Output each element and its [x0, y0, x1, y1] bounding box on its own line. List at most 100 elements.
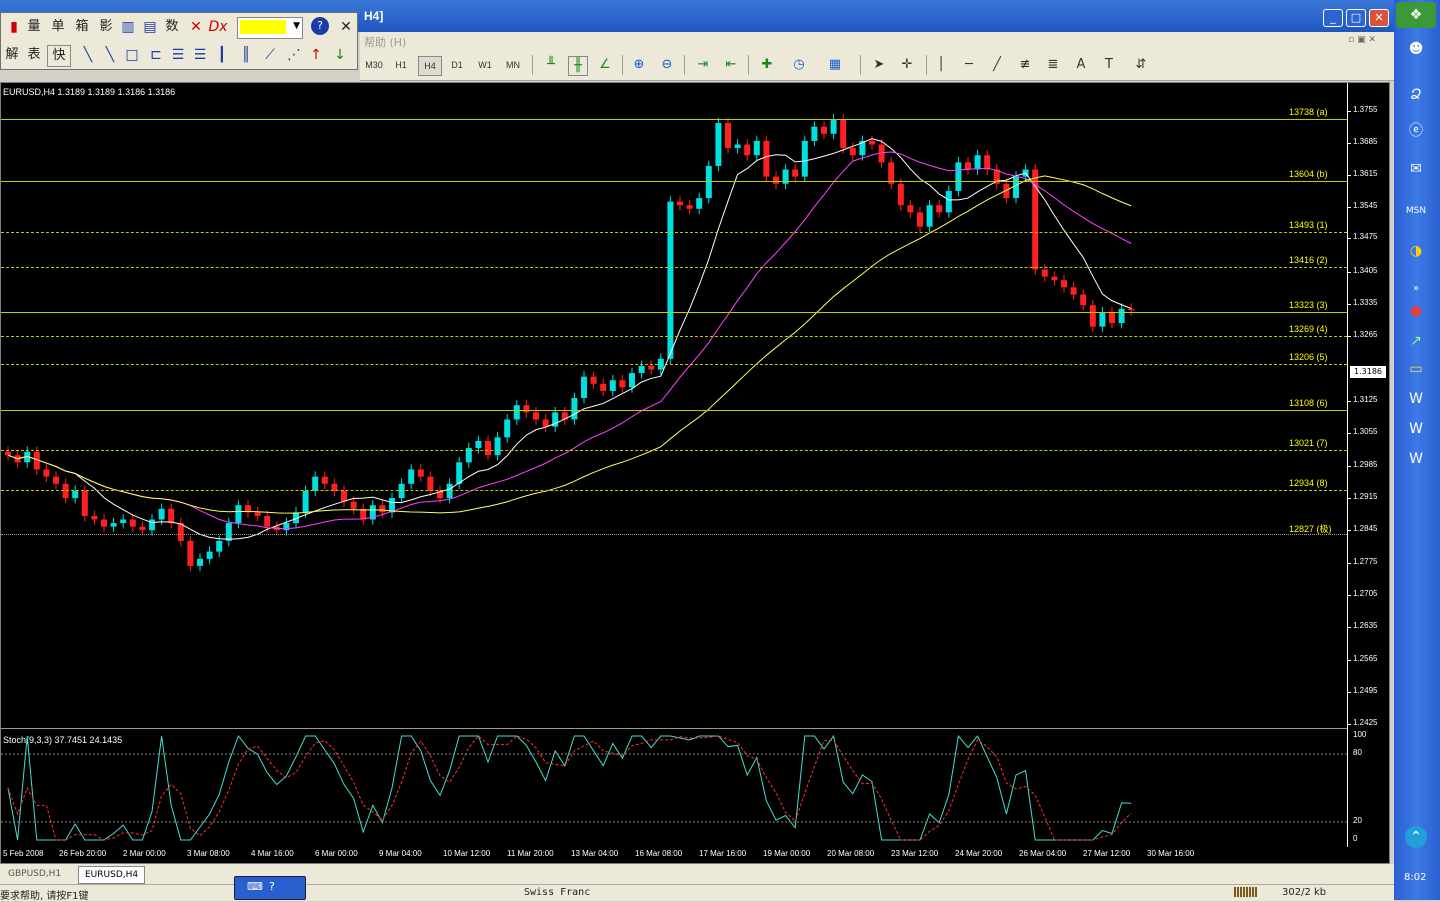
toolbar-btn-6[interactable]: 解: [1, 45, 23, 65]
line-chart-icon[interactable]: ∠: [596, 56, 614, 74]
level-label: 13323 (3): [1289, 300, 1328, 310]
crosshair-icon[interactable]: ✛: [898, 56, 916, 74]
trendline-icon[interactable]: ╱: [988, 56, 1006, 74]
minimize-button[interactable]: _: [1323, 9, 1343, 27]
cross-icon[interactable]: ✕: [185, 17, 207, 37]
text-icon[interactable]: A: [1072, 56, 1090, 74]
maximize-button[interactable]: □: [1346, 9, 1366, 27]
internet-explorer-icon[interactable]: ⓔ: [1403, 120, 1429, 142]
candle-body: [379, 505, 386, 513]
tf-h1[interactable]: H1: [390, 56, 412, 74]
tf-mn[interactable]: MN: [502, 56, 524, 74]
time-tick-label: 6 Mar 00:00: [315, 849, 358, 858]
zoom-in-icon[interactable]: ⊕: [630, 56, 648, 74]
color-picker[interactable]: ▼: [237, 17, 303, 39]
toolbar-btn-1[interactable]: 量: [23, 17, 45, 37]
folder-icon[interactable]: ▭: [1403, 358, 1429, 380]
levels-icon[interactable]: ☰: [167, 45, 189, 65]
horizontal-line-icon[interactable]: ─: [960, 56, 978, 74]
dx-icon[interactable]: Dx: [207, 17, 229, 37]
app-red-icon[interactable]: ●: [1403, 300, 1429, 322]
price-tick-label: 1.2845: [1353, 524, 1378, 533]
word-doc-2-icon[interactable]: W: [1403, 418, 1429, 440]
close-toolbar-icon[interactable]: ✕: [335, 17, 357, 37]
bar-chart-icon[interactable]: ╨: [542, 56, 560, 74]
diagonal-line-icon[interactable]: ╲: [77, 45, 99, 65]
tf-h4[interactable]: H4: [418, 56, 442, 76]
candle-body: [341, 490, 347, 502]
toolbar-btn-4[interactable]: 影: [95, 17, 117, 37]
help-icon[interactable]: ?: [311, 17, 329, 35]
language-bar[interactable]: ⌨ ?: [234, 876, 306, 900]
toolbar-btn-5[interactable]: 数: [161, 17, 183, 37]
fibonacci-icon[interactable]: ≣: [1044, 56, 1062, 74]
candle-body: [350, 501, 357, 509]
chart-window[interactable]: EURUSD,H4 1.3189 1.3189 1.3186 1.3186 St…: [0, 82, 1390, 864]
start-icon[interactable]: ❖: [1396, 2, 1436, 28]
candle-body: [43, 469, 50, 477]
chart-app-icon[interactable]: ↗: [1403, 330, 1429, 352]
candle-body: [629, 373, 635, 388]
histogram-icon[interactable]: ▥: [117, 17, 139, 37]
candle-body: [1080, 294, 1087, 306]
indicators-icon[interactable]: ✚: [758, 56, 776, 74]
rectangle-icon[interactable]: □: [121, 45, 143, 65]
close-window-button[interactable]: ✕: [1369, 9, 1389, 27]
tab-eurusd[interactable]: EURUSD,H4: [78, 866, 146, 884]
toolbar-btn-7[interactable]: 表: [23, 45, 45, 65]
chart-shift-icon[interactable]: ⇤: [722, 56, 740, 74]
price-tick-mark: [1347, 530, 1351, 531]
zoom-out-icon[interactable]: ⊖: [658, 56, 676, 74]
toolbar-btn-8[interactable]: 快: [47, 45, 71, 67]
candle-body: [965, 162, 971, 170]
word-doc-3-icon[interactable]: W: [1403, 448, 1429, 470]
mdi-restore-icon[interactable]: ▫ ▣ ✕: [1348, 35, 1376, 45]
bars-icon[interactable]: ▤: [139, 17, 161, 37]
toolbar-btn-2[interactable]: 单: [47, 17, 69, 37]
tray-arrow-icon[interactable]: ⌃: [1405, 826, 1427, 848]
candle-body: [494, 437, 501, 456]
periods-clock-icon[interactable]: ◷: [790, 56, 808, 74]
taskbar: ❖ ☻ Ձ ⓔ ✉ MSN ◑ » ● ↗ ▭ W W W ⌃ 8:02: [1394, 0, 1440, 900]
tf-d1[interactable]: D1: [446, 56, 468, 74]
arrows-icon[interactable]: ⇵: [1132, 56, 1150, 74]
vertical-bars-icon[interactable]: ┃: [211, 45, 233, 65]
candle-body: [677, 201, 683, 206]
auto-scroll-icon[interactable]: ⇥: [694, 56, 712, 74]
arrow-up-icon[interactable]: ↑: [305, 45, 327, 65]
candle-body: [168, 508, 175, 524]
expand-icon[interactable]: »: [1403, 278, 1429, 300]
arrow-down-icon[interactable]: ↓: [329, 45, 351, 65]
candles-icon[interactable]: ▮: [3, 17, 25, 37]
tf-w1[interactable]: W1: [474, 56, 496, 74]
vertical-line-icon[interactable]: │: [932, 56, 950, 74]
price-tick-label: 1.3755: [1353, 105, 1378, 114]
word-doc-icon[interactable]: W: [1403, 388, 1429, 410]
keyboard-icon[interactable]: ⌨: [247, 880, 263, 893]
messenger-icon[interactable]: ☻: [1403, 38, 1429, 60]
levels-2-icon[interactable]: ☰: [189, 45, 211, 65]
cursor-icon[interactable]: ➤: [870, 56, 888, 74]
app-icon[interactable]: MSN: [1403, 200, 1429, 222]
flash-icon[interactable]: ◑: [1403, 240, 1429, 262]
media-icon[interactable]: Ձ: [1403, 84, 1429, 106]
toolbar-separator: [532, 55, 533, 75]
text-label-icon[interactable]: T: [1100, 56, 1118, 74]
menu-help[interactable]: 帮助 (H): [364, 34, 406, 50]
time-tick-label: 27 Mar 12:00: [1083, 849, 1131, 858]
channel-icon[interactable]: ≢: [1016, 56, 1034, 74]
box-text-icon[interactable]: ⊏: [145, 45, 167, 65]
fan-icon[interactable]: ⟋: [259, 45, 281, 65]
candle-chart-icon[interactable]: ╫: [568, 56, 588, 76]
toolbar-btn-3[interactable]: 箱: [71, 17, 93, 37]
gann-fan-icon[interactable]: ⋰: [283, 45, 305, 65]
diagonal-line-2-icon[interactable]: ╲: [99, 45, 121, 65]
tf-m30[interactable]: M30: [362, 56, 386, 74]
outlook-icon[interactable]: ✉: [1403, 158, 1429, 180]
tab-gbpusd[interactable]: GBPUSD,H1: [2, 866, 67, 882]
ime-help-icon[interactable]: ?: [269, 880, 275, 893]
templates-icon[interactable]: ▦: [826, 56, 844, 74]
toolbar-separator: [860, 55, 861, 75]
vertical-bars-2-icon[interactable]: ║: [235, 45, 257, 65]
candle-body: [5, 451, 11, 456]
